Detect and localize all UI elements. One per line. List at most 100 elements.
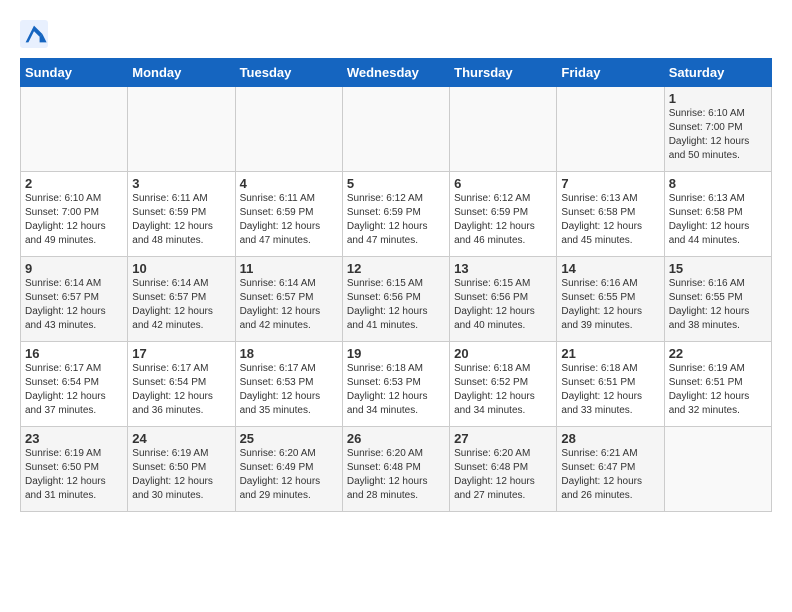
weekday-header: Tuesday <box>235 59 342 87</box>
calendar-cell: 20Sunrise: 6:18 AM Sunset: 6:52 PM Dayli… <box>450 342 557 427</box>
day-info: Sunrise: 6:16 AM Sunset: 6:55 PM Dayligh… <box>561 277 659 333</box>
calendar-cell: 25Sunrise: 6:20 AM Sunset: 6:49 PM Dayli… <box>235 427 342 512</box>
day-number: 16 <box>25 346 123 361</box>
day-info: Sunrise: 6:19 AM Sunset: 6:50 PM Dayligh… <box>25 447 123 503</box>
calendar-week-row: 16Sunrise: 6:17 AM Sunset: 6:54 PM Dayli… <box>21 342 772 427</box>
weekday-header: Monday <box>128 59 235 87</box>
day-info: Sunrise: 6:10 AM Sunset: 7:00 PM Dayligh… <box>25 192 123 248</box>
day-info: Sunrise: 6:17 AM Sunset: 6:53 PM Dayligh… <box>240 362 338 418</box>
day-number: 15 <box>669 261 767 276</box>
day-info: Sunrise: 6:18 AM Sunset: 6:53 PM Dayligh… <box>347 362 445 418</box>
calendar-cell: 13Sunrise: 6:15 AM Sunset: 6:56 PM Dayli… <box>450 257 557 342</box>
day-number: 5 <box>347 176 445 191</box>
calendar-cell: 28Sunrise: 6:21 AM Sunset: 6:47 PM Dayli… <box>557 427 664 512</box>
calendar-cell <box>557 87 664 172</box>
calendar-cell: 11Sunrise: 6:14 AM Sunset: 6:57 PM Dayli… <box>235 257 342 342</box>
day-info: Sunrise: 6:11 AM Sunset: 6:59 PM Dayligh… <box>240 192 338 248</box>
calendar-cell: 27Sunrise: 6:20 AM Sunset: 6:48 PM Dayli… <box>450 427 557 512</box>
calendar-cell <box>342 87 449 172</box>
day-number: 21 <box>561 346 659 361</box>
weekday-header: Saturday <box>664 59 771 87</box>
day-number: 17 <box>132 346 230 361</box>
day-number: 12 <box>347 261 445 276</box>
day-info: Sunrise: 6:20 AM Sunset: 6:49 PM Dayligh… <box>240 447 338 503</box>
day-info: Sunrise: 6:20 AM Sunset: 6:48 PM Dayligh… <box>454 447 552 503</box>
weekday-header: Thursday <box>450 59 557 87</box>
calendar-cell: 16Sunrise: 6:17 AM Sunset: 6:54 PM Dayli… <box>21 342 128 427</box>
calendar-cell <box>21 87 128 172</box>
day-number: 10 <box>132 261 230 276</box>
day-number: 13 <box>454 261 552 276</box>
calendar-cell: 23Sunrise: 6:19 AM Sunset: 6:50 PM Dayli… <box>21 427 128 512</box>
day-info: Sunrise: 6:11 AM Sunset: 6:59 PM Dayligh… <box>132 192 230 248</box>
day-info: Sunrise: 6:20 AM Sunset: 6:48 PM Dayligh… <box>347 447 445 503</box>
calendar-header-row: SundayMondayTuesdayWednesdayThursdayFrid… <box>21 59 772 87</box>
day-info: Sunrise: 6:14 AM Sunset: 6:57 PM Dayligh… <box>25 277 123 333</box>
day-info: Sunrise: 6:14 AM Sunset: 6:57 PM Dayligh… <box>132 277 230 333</box>
calendar-week-row: 23Sunrise: 6:19 AM Sunset: 6:50 PM Dayli… <box>21 427 772 512</box>
day-number: 23 <box>25 431 123 446</box>
calendar-week-row: 2Sunrise: 6:10 AM Sunset: 7:00 PM Daylig… <box>21 172 772 257</box>
calendar-cell: 7Sunrise: 6:13 AM Sunset: 6:58 PM Daylig… <box>557 172 664 257</box>
day-number: 1 <box>669 91 767 106</box>
day-number: 7 <box>561 176 659 191</box>
logo <box>20 20 52 48</box>
calendar-table: SundayMondayTuesdayWednesdayThursdayFrid… <box>20 58 772 512</box>
calendar-cell: 24Sunrise: 6:19 AM Sunset: 6:50 PM Dayli… <box>128 427 235 512</box>
day-number: 18 <box>240 346 338 361</box>
day-number: 6 <box>454 176 552 191</box>
day-info: Sunrise: 6:17 AM Sunset: 6:54 PM Dayligh… <box>25 362 123 418</box>
calendar-cell: 15Sunrise: 6:16 AM Sunset: 6:55 PM Dayli… <box>664 257 771 342</box>
calendar-cell <box>450 87 557 172</box>
calendar-week-row: 1Sunrise: 6:10 AM Sunset: 7:00 PM Daylig… <box>21 87 772 172</box>
calendar-cell: 17Sunrise: 6:17 AM Sunset: 6:54 PM Dayli… <box>128 342 235 427</box>
day-number: 14 <box>561 261 659 276</box>
day-number: 28 <box>561 431 659 446</box>
day-info: Sunrise: 6:12 AM Sunset: 6:59 PM Dayligh… <box>347 192 445 248</box>
day-number: 9 <box>25 261 123 276</box>
day-info: Sunrise: 6:17 AM Sunset: 6:54 PM Dayligh… <box>132 362 230 418</box>
calendar-cell <box>128 87 235 172</box>
calendar-cell: 21Sunrise: 6:18 AM Sunset: 6:51 PM Dayli… <box>557 342 664 427</box>
page-header <box>20 20 772 48</box>
day-info: Sunrise: 6:21 AM Sunset: 6:47 PM Dayligh… <box>561 447 659 503</box>
logo-icon <box>20 20 48 48</box>
day-number: 11 <box>240 261 338 276</box>
day-info: Sunrise: 6:12 AM Sunset: 6:59 PM Dayligh… <box>454 192 552 248</box>
calendar-cell: 12Sunrise: 6:15 AM Sunset: 6:56 PM Dayli… <box>342 257 449 342</box>
day-number: 26 <box>347 431 445 446</box>
weekday-header: Wednesday <box>342 59 449 87</box>
day-info: Sunrise: 6:15 AM Sunset: 6:56 PM Dayligh… <box>454 277 552 333</box>
day-info: Sunrise: 6:14 AM Sunset: 6:57 PM Dayligh… <box>240 277 338 333</box>
day-number: 2 <box>25 176 123 191</box>
day-number: 22 <box>669 346 767 361</box>
day-info: Sunrise: 6:15 AM Sunset: 6:56 PM Dayligh… <box>347 277 445 333</box>
calendar-cell: 3Sunrise: 6:11 AM Sunset: 6:59 PM Daylig… <box>128 172 235 257</box>
calendar-cell: 8Sunrise: 6:13 AM Sunset: 6:58 PM Daylig… <box>664 172 771 257</box>
weekday-header: Sunday <box>21 59 128 87</box>
day-number: 8 <box>669 176 767 191</box>
calendar-cell: 5Sunrise: 6:12 AM Sunset: 6:59 PM Daylig… <box>342 172 449 257</box>
day-info: Sunrise: 6:19 AM Sunset: 6:50 PM Dayligh… <box>132 447 230 503</box>
day-info: Sunrise: 6:13 AM Sunset: 6:58 PM Dayligh… <box>669 192 767 248</box>
calendar-cell <box>664 427 771 512</box>
day-number: 4 <box>240 176 338 191</box>
calendar-cell: 1Sunrise: 6:10 AM Sunset: 7:00 PM Daylig… <box>664 87 771 172</box>
calendar-cell: 26Sunrise: 6:20 AM Sunset: 6:48 PM Dayli… <box>342 427 449 512</box>
day-number: 27 <box>454 431 552 446</box>
calendar-cell: 4Sunrise: 6:11 AM Sunset: 6:59 PM Daylig… <box>235 172 342 257</box>
day-info: Sunrise: 6:18 AM Sunset: 6:52 PM Dayligh… <box>454 362 552 418</box>
calendar-cell: 2Sunrise: 6:10 AM Sunset: 7:00 PM Daylig… <box>21 172 128 257</box>
day-info: Sunrise: 6:18 AM Sunset: 6:51 PM Dayligh… <box>561 362 659 418</box>
calendar-cell: 9Sunrise: 6:14 AM Sunset: 6:57 PM Daylig… <box>21 257 128 342</box>
day-number: 20 <box>454 346 552 361</box>
day-number: 25 <box>240 431 338 446</box>
calendar-cell: 14Sunrise: 6:16 AM Sunset: 6:55 PM Dayli… <box>557 257 664 342</box>
day-info: Sunrise: 6:10 AM Sunset: 7:00 PM Dayligh… <box>669 107 767 163</box>
calendar-cell: 22Sunrise: 6:19 AM Sunset: 6:51 PM Dayli… <box>664 342 771 427</box>
day-number: 19 <box>347 346 445 361</box>
calendar-cell: 10Sunrise: 6:14 AM Sunset: 6:57 PM Dayli… <box>128 257 235 342</box>
day-info: Sunrise: 6:19 AM Sunset: 6:51 PM Dayligh… <box>669 362 767 418</box>
day-number: 24 <box>132 431 230 446</box>
weekday-header: Friday <box>557 59 664 87</box>
